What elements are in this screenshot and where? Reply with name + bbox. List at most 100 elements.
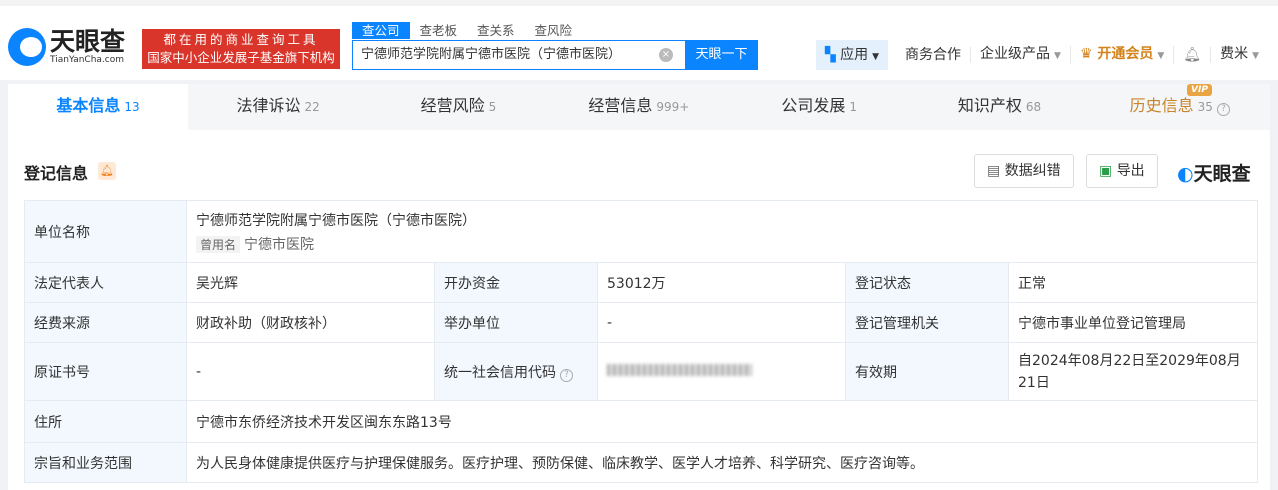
tab-basic-info[interactable]: 基本信息 13 [8,84,188,130]
tab-label: 经营风险 [420,96,485,115]
vip-badge: VIP [1187,84,1212,96]
table-row: 经费来源 财政补助（财政核补） 举办单位 - 登记管理机关 宁德市事业单位登记管… [24,302,1258,343]
search-button[interactable]: 天眼一下 [685,40,758,70]
export-button[interactable]: ▣ 导出 [1086,154,1158,188]
user-name: 费米 [1220,46,1249,62]
legal-rep[interactable]: 吴光辉 [186,262,435,303]
slogan-banner: 都在用的商业查询工具 国家中小企业发展子基金旗下机构 [142,29,340,69]
chevron-down-icon: ▼ [872,52,880,62]
blurred-credit-code [607,363,752,376]
tab-count: 35 [1197,100,1213,114]
bell-icon[interactable]: 🔔︎ [98,162,116,180]
enterprise-menu[interactable]: 企业级产品 ▼ [971,46,1071,64]
help-icon[interactable]: ? [1216,103,1230,116]
logo-domain: TianYanCha.com [50,55,125,65]
business-scope: 为人民身体健康提供医疗与护理保健服务。医疗护理、预防保健、临床教学、医学人才培养… [186,442,1258,483]
fund-source: 财政补助（财政核补） [186,302,435,343]
table-row: 原证书号 - 统一社会信用代码? 有效期 自2024年08月22日至2029年0… [24,342,1258,401]
slogan-line1: 都在用的商业查询工具 [163,32,319,47]
slogan-line2: 国家中小企业发展子基金旗下机构 [147,50,335,65]
button-label: 导出 [1116,163,1145,179]
vip-menu[interactable]: ♛ 开通会员 ▼ [1071,46,1175,64]
field-label: 原证书号 [24,342,187,401]
search-tabs: 查公司 查老板 查关系 查风险 [352,22,582,39]
credit-code [597,342,846,401]
user-menu[interactable]: 费米 ▼ [1211,46,1268,64]
table-row: 宗旨和业务范围 为人民身体健康提供医疗与护理保健服务。医疗护理、预防保健、临床教… [24,442,1258,483]
field-label: 开办资金 [434,262,598,303]
field-label: 住所 [24,400,187,443]
bell-icon[interactable]: 🔔︎ [1174,47,1212,63]
field-label: 有效期 [845,342,1009,401]
tab-label: 知识产权 [957,96,1022,115]
tab-operation[interactable]: 经营信息 999+ [549,84,729,130]
clear-icon[interactable]: × [659,48,673,62]
logo-text: 天眼查 [50,27,126,56]
tab-history[interactable]: 历史信息 35? [1090,84,1270,130]
tab-risk[interactable]: 经营风险 5 [368,84,548,130]
tab-count: 22 [304,100,320,114]
tab-count: 1 [849,100,857,114]
search-tab-relation[interactable]: 查关系 [467,22,525,39]
registration-table: 单位名称 宁德师范学院附属宁德市医院（宁德市医院） 曾用名 宁德市医院 法定代表人 … [24,200,1258,483]
tab-development[interactable]: 公司发展 1 [729,84,909,130]
excel-icon: ▣ [1099,163,1113,179]
vip-label: 开通会员 [1097,46,1154,62]
table-row: 单位名称 宁德师范学院附属宁德市医院（宁德市医院） 曾用名 宁德市医院 [24,200,1258,263]
tab-count: 13 [124,100,140,114]
unit-name-cell: 宁德师范学院附属宁德市医院（宁德市医院） 曾用名 宁德市医院 [186,200,1258,263]
tab-ip[interactable]: 知识产权 68 [909,84,1089,130]
chevron-down-icon: ▼ [1252,51,1259,61]
search-input[interactable]: 宁德师范学院附属宁德市医院（宁德市医院） × [352,40,686,70]
validity: 自2024年08月22日至2029年08月21日 [1008,342,1258,401]
tianyancha-logo[interactable]: 天眼查 TianYanCha.com [8,28,125,66]
status: 正常 [1008,262,1258,303]
search-value: 宁德师范学院附属宁德市医院（宁德市医院） [361,47,622,62]
company-tabs: 基本信息 13 法律诉讼 22 经营风险 5 经营信息 999+ 公司发展 1 知识产权 6… [8,84,1270,130]
field-label: 法定代表人 [24,262,187,303]
logo-eye-icon: ◐ [1177,163,1194,185]
field-label: 单位名称 [24,200,187,263]
brand-text: 天眼查 [1193,163,1251,185]
tab-label: 历史信息 [1129,96,1194,115]
cert-number: - [186,342,435,401]
former-name: 宁德市医院 [244,236,315,253]
sponsor: - [597,302,846,343]
tab-count: 68 [1025,100,1042,114]
table-row: 法定代表人 吴光辉 开办资金 53012万 登记状态 正常 [24,262,1258,303]
unit-name: 宁德师范学院附属宁德市医院（宁德市医院） [196,212,476,229]
search-tab-company[interactable]: 查公司 [352,22,410,39]
enterprise-label: 企业级产品 [980,46,1051,62]
field-label: 统一社会信用代码 [444,364,556,381]
tab-label: 法律诉讼 [236,96,301,115]
field-label: 举办单位 [434,302,598,343]
logo-eye-icon [8,28,46,66]
business-link[interactable]: 商务合作 [896,47,972,63]
tab-count: 999+ [656,100,690,114]
address: 宁德市东侨经济技术开发区闽东东路13号 [186,400,1258,443]
document-icon: ▤ [987,163,1001,179]
field-label: 登记管理机关 [845,302,1009,343]
field-label: 宗旨和业务范围 [24,442,187,483]
brand-logo: ◐天眼查 [1177,159,1251,186]
apps-menu[interactable]: ▚ 应用 ▼ [815,40,889,70]
authority: 宁德市事业单位登记管理局 [1008,302,1258,343]
top-nav: ▚ 应用 ▼ 商务合作 企业级产品 ▼ ♛ 开通会员 ▼ 🔔︎ 费米 ▼ [815,40,1268,70]
tab-label: 基本信息 [56,96,121,115]
table-row: 住所 宁德市东侨经济技术开发区闽东东路13号 [24,400,1258,443]
grid-icon: ▚ [824,47,836,63]
search-tab-risk[interactable]: 查风险 [525,22,583,39]
tab-legal[interactable]: 法律诉讼 22 [188,84,368,130]
section-title: 登记信息 [24,164,89,183]
button-label: 数据纠错 [1004,163,1061,179]
search-tab-boss[interactable]: 查老板 [410,22,468,39]
top-header: 天眼查 TianYanCha.com 都在用的商业查询工具 国家中小企业发展子基… [0,0,1278,80]
crown-icon: ♛ [1079,46,1093,62]
tab-label: 经营信息 [588,96,653,115]
capital: 53012万 [597,262,846,303]
tab-label: 公司发展 [781,96,846,115]
field-label: 经费来源 [24,302,187,343]
data-correction-button[interactable]: ▤ 数据纠错 [974,154,1074,188]
tab-count: 5 [488,100,497,114]
help-icon[interactable]: ? [560,368,573,382]
